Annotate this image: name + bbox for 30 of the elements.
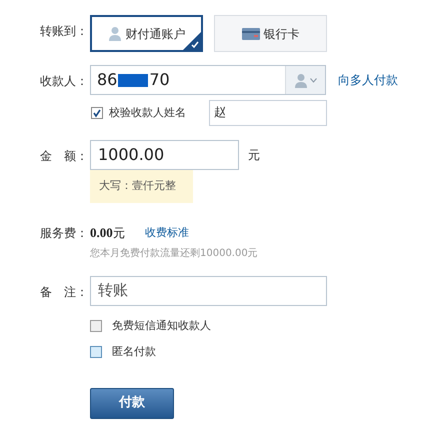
pay-button[interactable]: 付款 [90,388,174,418]
unit-label: 元 [248,147,260,164]
checkbox-label: 免费短信通知收款人 [112,318,211,334]
amount-field[interactable]: 1000.00 [90,140,239,170]
multi-payee-link[interactable]: 向多人付款 [338,71,398,89]
fee-standard-link[interactable]: 收费标准 [144,224,189,241]
field-label: 金 额： [40,149,88,163]
field-label: 服务费： [40,226,88,240]
field-label: 转账到： [40,24,88,38]
checkbox[interactable] [91,107,103,119]
checkbox-label: 校验收款人姓名 [109,104,187,121]
tab[interactable]: 银行卡 [214,15,327,52]
remark-field[interactable]: 转账 [90,276,327,306]
contacts-button[interactable] [285,66,325,94]
tab[interactable]: 财付通账户 [90,15,203,52]
person-icon [108,26,122,41]
recipient-field[interactable]: 86 70 [90,65,326,95]
checkbox[interactable] [90,346,102,358]
card-icon [242,28,260,40]
check-corner-icon [183,32,201,50]
amount-uppercase-hint: 大写：壹仟元整 [90,170,193,203]
fee-note: 您本月免费付款流量还剩10000.00元 [90,246,258,260]
name-field[interactable]: 赵 [209,100,327,126]
fee-amount: 0.00元 [90,224,125,242]
checkbox-label: 匿名付款 [112,344,156,360]
field-label: 收款人： [40,74,88,88]
checkbox[interactable] [90,320,102,332]
person-icon [294,72,308,88]
field-label: 备 注： [40,284,88,298]
chevron-down-icon [310,78,317,82]
